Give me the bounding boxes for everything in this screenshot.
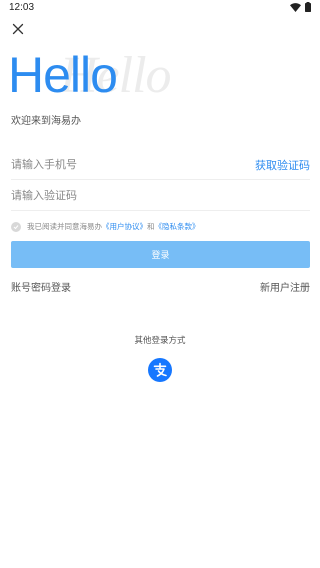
user-agreement-link[interactable]: 《用户协议》 [102,221,147,232]
alt-links-row: 账号密码登录 新用户注册 [11,279,310,294]
alipay-icon [148,358,172,382]
wifi-icon [290,2,301,12]
code-field-row [11,181,310,211]
status-time: 12:03 [9,2,35,13]
status-bar: 12:03 [0,0,320,16]
phone-field-row: 获取验证码 [11,150,310,180]
login-button[interactable]: 登录 [11,241,310,268]
alipay-login-button[interactable] [148,358,172,382]
close-icon [12,23,24,35]
status-icons [290,2,311,12]
close-button[interactable] [8,19,28,39]
check-icon [13,224,19,229]
battery-icon [305,2,311,12]
get-code-button[interactable]: 获取验证码 [255,157,310,173]
privacy-policy-link[interactable]: 《隐私条款》 [155,221,200,232]
hero-title: Hello Hello [8,47,172,104]
agreement-connector: 和 [147,222,155,231]
hero-main-title: Hello [8,47,118,103]
register-link[interactable]: 新用户注册 [260,279,310,294]
password-login-link[interactable]: 账号密码登录 [11,279,71,294]
agree-checkbox[interactable] [11,221,21,232]
agreement-row: 我已阅读并同意海易办 《用户协议》 和 《隐私条款》 [11,221,200,232]
phone-input[interactable] [11,152,211,177]
code-input[interactable] [11,183,211,208]
agreement-prefix: 我已阅读并同意海易办 [27,222,102,231]
welcome-text: 欢迎来到海易办 [11,116,81,127]
other-login-title: 其他登录方式 [134,336,186,346]
